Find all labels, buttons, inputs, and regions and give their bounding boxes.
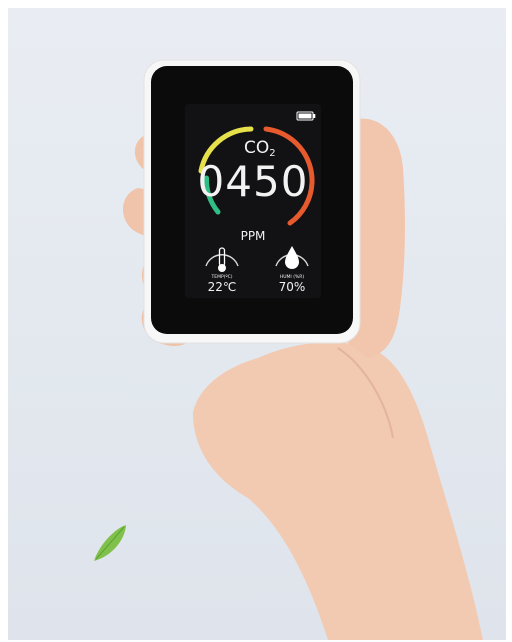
co2-value: 0450 — [198, 157, 309, 206]
temp-value: 22℃ — [208, 280, 237, 294]
co2-unit: PPM — [241, 229, 266, 243]
leaf-icon — [94, 525, 126, 561]
photo-scene: CO2 0450 PPM TEMP(ºC) 22℃ HUMI (%R) 70% — [8, 8, 506, 640]
humi-value: 70% — [279, 280, 306, 294]
